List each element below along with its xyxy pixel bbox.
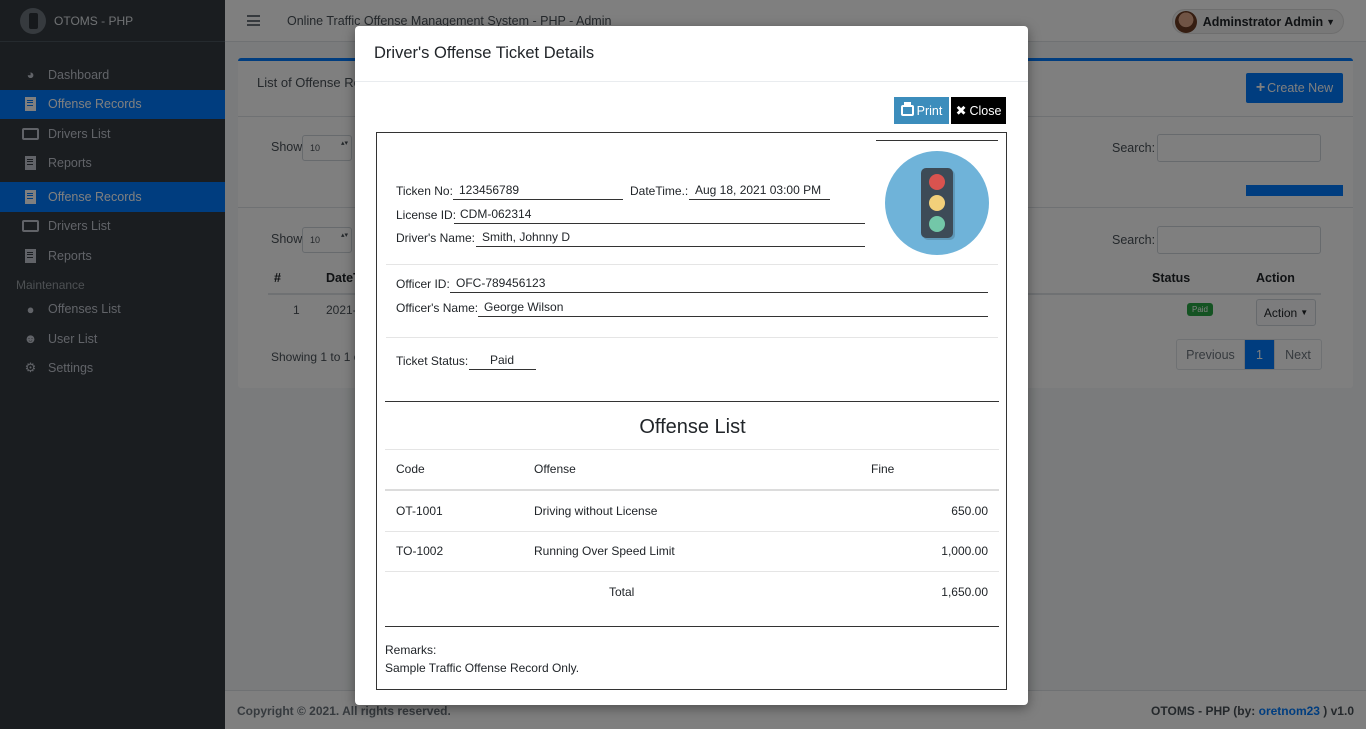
offense-header-code: Code <box>396 462 425 476</box>
offense-row-code: TO-1002 <box>396 544 444 558</box>
remarks-label: Remarks: <box>385 643 437 657</box>
offense-row-name: Running Over Speed Limit <box>534 544 675 558</box>
modal-actions: Print ✖ Close <box>894 97 1006 124</box>
divider <box>385 531 999 532</box>
divider <box>385 571 999 572</box>
offense-row-name: Driving without License <box>534 504 658 518</box>
ticket-details-modal: Driver's Offense Ticket Details Print ✖ … <box>355 26 1028 705</box>
total-label: Total <box>609 585 635 599</box>
ticket-no-value: 123456789 <box>453 183 623 200</box>
offense-list-title: Offense List <box>639 416 746 438</box>
offense-header-fine: Fine <box>871 462 895 476</box>
officer-id-label: Officer ID: <box>396 277 450 291</box>
ticket-status-value: Paid <box>469 353 536 370</box>
print-label: Print <box>916 103 943 118</box>
offense-row-fine: 650.00 <box>951 504 988 518</box>
offense-row-fine: 1,000.00 <box>941 544 988 558</box>
divider <box>385 401 999 402</box>
remarks-value: Sample Traffic Offense Record Only. <box>385 661 580 675</box>
driver-name-value: Smith, Johnny D <box>476 230 865 247</box>
close-button[interactable]: ✖ Close <box>951 97 1006 124</box>
divider <box>385 449 999 450</box>
offense-row-code: OT-1001 <box>396 504 443 518</box>
divider <box>385 626 999 627</box>
ticket-status-label: Ticket Status: <box>396 354 469 368</box>
officer-name-label: Officer's Name: <box>396 301 479 315</box>
license-label: License ID: <box>396 208 457 222</box>
ticket-no-label: Ticken No: <box>396 184 453 198</box>
divider <box>876 140 998 141</box>
divider <box>386 264 998 265</box>
traffic-light-icon <box>885 151 989 255</box>
total-value: 1,650.00 <box>941 585 988 599</box>
driver-name-label: Driver's Name: <box>396 231 475 245</box>
close-label: Close <box>969 103 1002 118</box>
datetime-label: DateTime.: <box>630 184 689 198</box>
printer-icon <box>900 102 914 116</box>
ticket-printout: Ticken No: 123456789 DateTime.: Aug 18, … <box>376 132 1007 690</box>
offense-header-offense: Offense <box>534 462 576 476</box>
license-value: CDM-062314 <box>454 207 865 224</box>
divider <box>386 337 998 338</box>
datetime-value: Aug 18, 2021 03:00 PM <box>689 183 830 200</box>
officer-name-value: George Wilson <box>478 300 988 317</box>
officer-id-value: OFC-789456123 <box>450 276 988 293</box>
close-icon: ✖ <box>955 102 967 118</box>
modal-header: Driver's Offense Ticket Details <box>355 26 1028 82</box>
print-button[interactable]: Print <box>894 97 949 124</box>
divider <box>385 489 999 491</box>
modal-title: Driver's Offense Ticket Details <box>374 44 595 62</box>
